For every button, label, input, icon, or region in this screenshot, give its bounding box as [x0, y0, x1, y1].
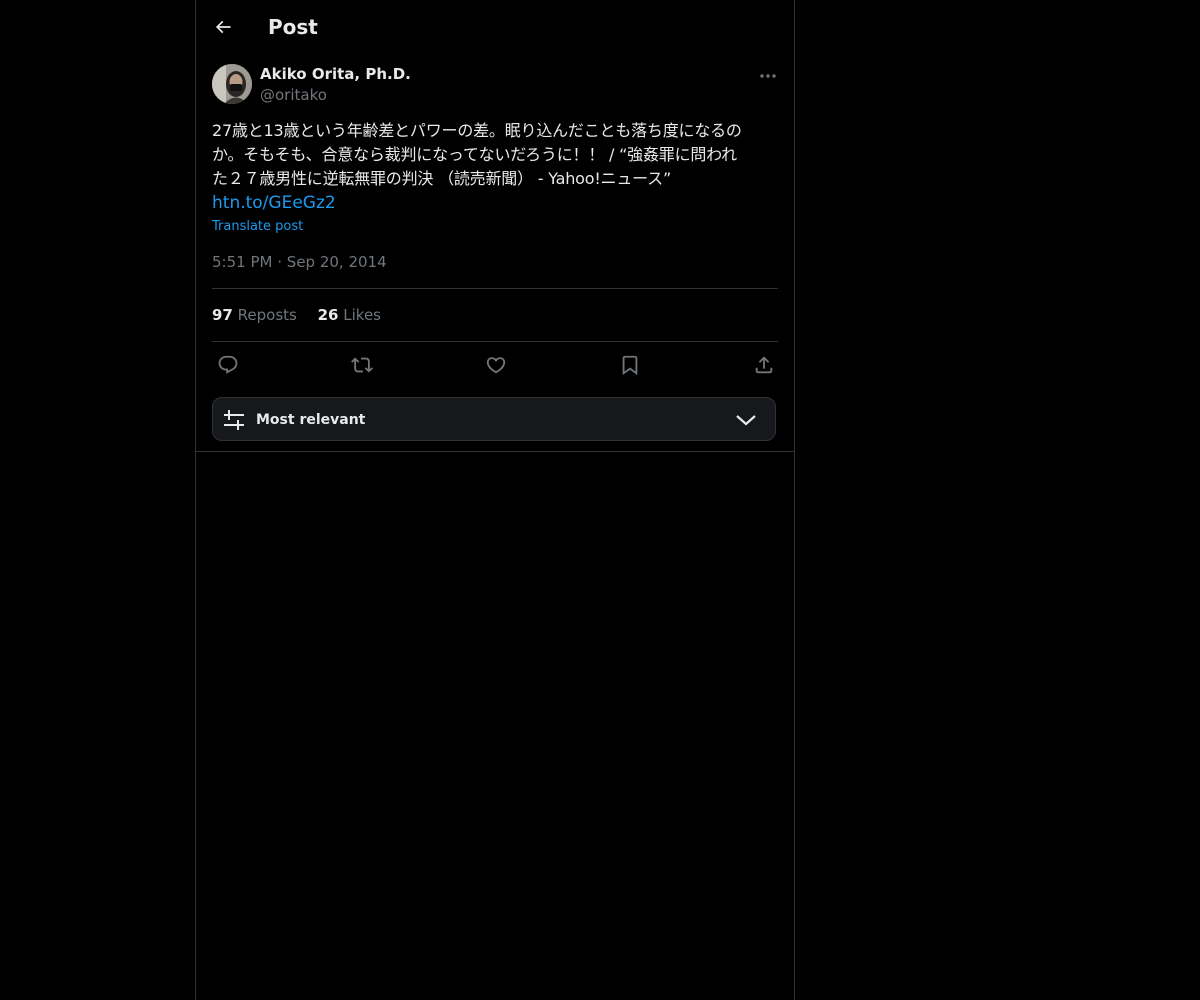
- translate-post-link[interactable]: Translate post: [212, 218, 303, 236]
- post-date: Sep 20, 2014: [286, 253, 387, 271]
- timestamp-separator: ·: [277, 253, 283, 271]
- like-icon: [485, 354, 507, 376]
- post-text: 27歳と13歳という年齢差とパワーの差。眠り込んだことも落ち度になるの か。そも…: [212, 119, 780, 191]
- likes-count: 26: [317, 306, 339, 324]
- main-column: Post Akiko Orita, Ph.D. @oritako 27歳と13歳…: [195, 0, 795, 1000]
- divider: [196, 451, 794, 452]
- reposts-count: 97: [212, 306, 233, 324]
- post-text-line: か。そもそも、合意なら裁判になってないだろうに！！ / “強姦罪に問われ: [212, 145, 737, 164]
- divider: [212, 341, 778, 342]
- likes-label: Likes: [343, 306, 382, 324]
- repost-button[interactable]: [349, 352, 375, 378]
- arrow-left-icon: [213, 17, 233, 37]
- back-button[interactable]: [206, 10, 240, 44]
- share-button[interactable]: [751, 352, 777, 378]
- page-title: Post: [268, 15, 318, 39]
- chevron-down-icon: [735, 411, 757, 429]
- post-link[interactable]: htn.to/GEeGz2: [212, 191, 336, 215]
- reply-icon: [217, 354, 239, 376]
- sort-label: Most relevant: [256, 412, 366, 428]
- likes-stat[interactable]: 26 Likes: [318, 305, 381, 325]
- divider: [212, 288, 778, 289]
- post-text-line: た２７歳男性に逆転無罪の判決 （読売新聞） - Yahoo!ニュース”: [212, 169, 672, 188]
- top-bar: Post: [196, 0, 794, 54]
- author-handle[interactable]: @oritako: [260, 85, 327, 105]
- post-timestamp[interactable]: 5:51 PM · Sep 20, 2014: [212, 252, 387, 272]
- bookmark-icon: [619, 354, 641, 376]
- repost-icon: [351, 354, 373, 376]
- post-stats: 97 Reposts 26 Likes: [212, 305, 397, 325]
- post-time: 5:51 PM: [212, 253, 273, 271]
- filter-sliders-icon: [223, 409, 245, 431]
- more-horizontal-icon: [759, 73, 777, 79]
- author-name[interactable]: Akiko Orita, Ph.D.: [260, 64, 411, 84]
- post-text-line: 27歳と13歳という年齢差とパワーの差。眠り込んだことも落ち度になるの: [212, 121, 742, 140]
- reposts-label: Reposts: [237, 306, 297, 324]
- avatar[interactable]: [212, 64, 252, 104]
- bookmark-button[interactable]: [617, 352, 643, 378]
- reply-button[interactable]: [215, 352, 241, 378]
- reposts-stat[interactable]: 97 Reposts: [212, 305, 297, 325]
- action-bar: [196, 352, 794, 378]
- more-options-button[interactable]: [756, 66, 780, 86]
- sort-replies-dropdown[interactable]: Most relevant: [212, 397, 776, 441]
- like-button[interactable]: [483, 352, 509, 378]
- share-icon: [753, 354, 775, 376]
